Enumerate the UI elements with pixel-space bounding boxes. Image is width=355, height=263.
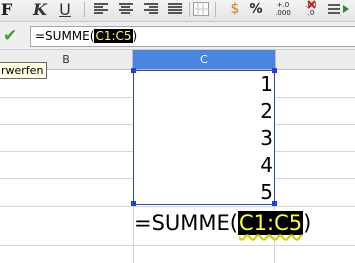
- merge-cells-icon[interactable]: [193, 2, 209, 16]
- percent-format-icon[interactable]: %: [249, 0, 263, 18]
- add-decimal-icon[interactable]: +.0 .000: [272, 1, 294, 17]
- align-left-icon[interactable]: [94, 3, 108, 15]
- cell-c3[interactable]: 3: [133, 124, 273, 152]
- column-header-row: B C: [0, 50, 355, 70]
- formatting-toolbar: F K U $ % +.0 .000 .00 .0: [0, 0, 355, 22]
- bold-button[interactable]: F: [0, 0, 13, 19]
- underline-button[interactable]: U: [57, 0, 73, 19]
- formula-text-prefix: =SUMME(: [35, 29, 95, 43]
- align-right-icon[interactable]: [144, 3, 158, 15]
- formula-input[interactable]: =SUMME(C1:C5): [30, 26, 355, 47]
- align-justify-icon[interactable]: [168, 3, 182, 15]
- currency-format-icon[interactable]: $: [226, 0, 244, 18]
- formula-bar: ✔ =SUMME(C1:C5): [0, 22, 355, 50]
- indent-icon[interactable]: [328, 2, 352, 18]
- formula-text-suffix: ): [132, 29, 138, 43]
- accept-checkmark-icon[interactable]: ✔: [3, 26, 17, 46]
- align-center-icon[interactable]: [119, 3, 133, 15]
- italic-button[interactable]: K: [32, 0, 48, 19]
- incell-formula-prefix: =SUMME(: [134, 211, 238, 235]
- tooltip: rwerfen: [0, 62, 48, 79]
- toolbar-separator: [215, 2, 216, 17]
- toolbar-separator: [189, 2, 190, 17]
- column-header-d[interactable]: [275, 50, 355, 69]
- incell-range-reference: C1:C5: [238, 211, 304, 235]
- cell-c4[interactable]: 4: [133, 151, 273, 179]
- incell-formula-suffix: ): [303, 211, 312, 235]
- formula-range-reference: C1:C5: [94, 29, 133, 43]
- cell-c6-formula-editor[interactable]: =SUMME(C1:C5): [134, 208, 311, 238]
- toolbar-separator: [84, 2, 85, 17]
- column-header-c[interactable]: C: [133, 50, 275, 69]
- cell-c1[interactable]: 1: [133, 70, 273, 98]
- cell-c2[interactable]: 2: [133, 97, 273, 125]
- remove-decimal-x-icon: [307, 0, 316, 9]
- cell-c5[interactable]: 5: [133, 178, 273, 206]
